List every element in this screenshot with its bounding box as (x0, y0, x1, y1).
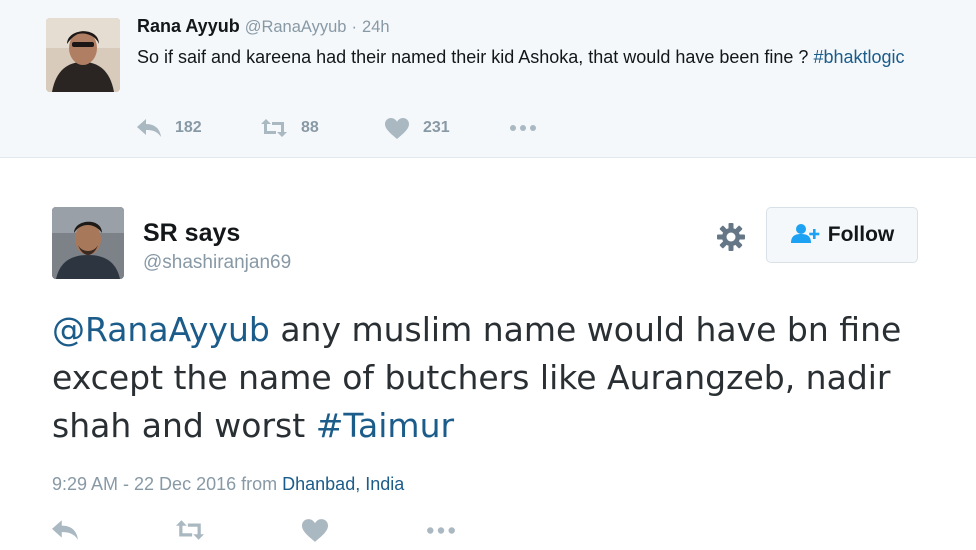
reply-icon (52, 520, 78, 540)
main-avatar[interactable] (52, 207, 124, 279)
main-hashtag-link[interactable]: #Taimur (316, 406, 454, 445)
follow-person-plus-icon (790, 223, 828, 248)
tweet-timestamp[interactable]: 9:29 AM - 22 Dec 2016 (52, 474, 236, 494)
like-icon (302, 518, 328, 542)
main-reply-button[interactable] (52, 520, 176, 540)
main-like-button[interactable] (302, 518, 426, 542)
more-icon (509, 124, 537, 132)
parent-more-button[interactable] (509, 124, 537, 132)
gear-icon (716, 223, 746, 256)
parent-reply-button[interactable]: 182 (137, 119, 261, 137)
main-action-bar (52, 517, 456, 543)
follow-button-label: Follow (827, 223, 895, 246)
parent-separator: · (351, 18, 358, 36)
follow-button[interactable]: Follow (766, 207, 918, 263)
main-more-button[interactable] (426, 526, 456, 535)
tweet-from-label: from (236, 474, 283, 494)
main-author-handle[interactable]: @shashiranjan69 (143, 250, 291, 276)
parent-tweet-body: So if saif and kareena had their named t… (137, 47, 814, 67)
parent-hashtag-link[interactable]: #bhaktlogic (813, 47, 904, 67)
parent-tweet-text: So if saif and kareena had their named t… (137, 43, 937, 71)
tweet-meta: 9:29 AM - 22 Dec 2016 from Dhanbad, Indi… (52, 472, 404, 496)
main-avatar-image (52, 207, 124, 279)
parent-like-button[interactable]: 231 (385, 117, 509, 139)
main-tweet-text: @RanaAyyub any muslim name would have bn… (52, 306, 932, 450)
parent-retweet-button[interactable]: 88 (261, 119, 385, 137)
parent-reply-count: 182 (175, 119, 202, 136)
parent-author-name[interactable]: Rana Ayyub (137, 16, 240, 36)
parent-timestamp[interactable]: 24h (362, 18, 390, 36)
parent-header: Rana Ayyub @RanaAyyub · 24h (137, 15, 390, 38)
parent-action-bar: 182 88 231 (137, 116, 537, 140)
parent-avatar-image (46, 18, 120, 92)
like-icon (385, 117, 409, 139)
reply-icon (137, 119, 161, 137)
tweet-location-link[interactable]: Dhanbad, India (282, 474, 404, 494)
main-retweet-button[interactable] (176, 520, 302, 540)
parent-like-count: 231 (423, 119, 450, 136)
parent-avatar[interactable] (46, 18, 120, 92)
mention-link[interactable]: @RanaAyyub (52, 310, 270, 349)
parent-retweet-count: 88 (301, 119, 319, 136)
settings-button[interactable] (716, 222, 746, 252)
parent-author-handle[interactable]: @RanaAyyub (245, 18, 347, 36)
retweet-icon (261, 119, 287, 137)
more-icon (426, 526, 456, 535)
main-author-name[interactable]: SR says (143, 218, 240, 248)
retweet-icon (176, 520, 204, 540)
parent-tweet[interactable]: Rana Ayyub @RanaAyyub · 24h So if saif a… (0, 0, 976, 158)
